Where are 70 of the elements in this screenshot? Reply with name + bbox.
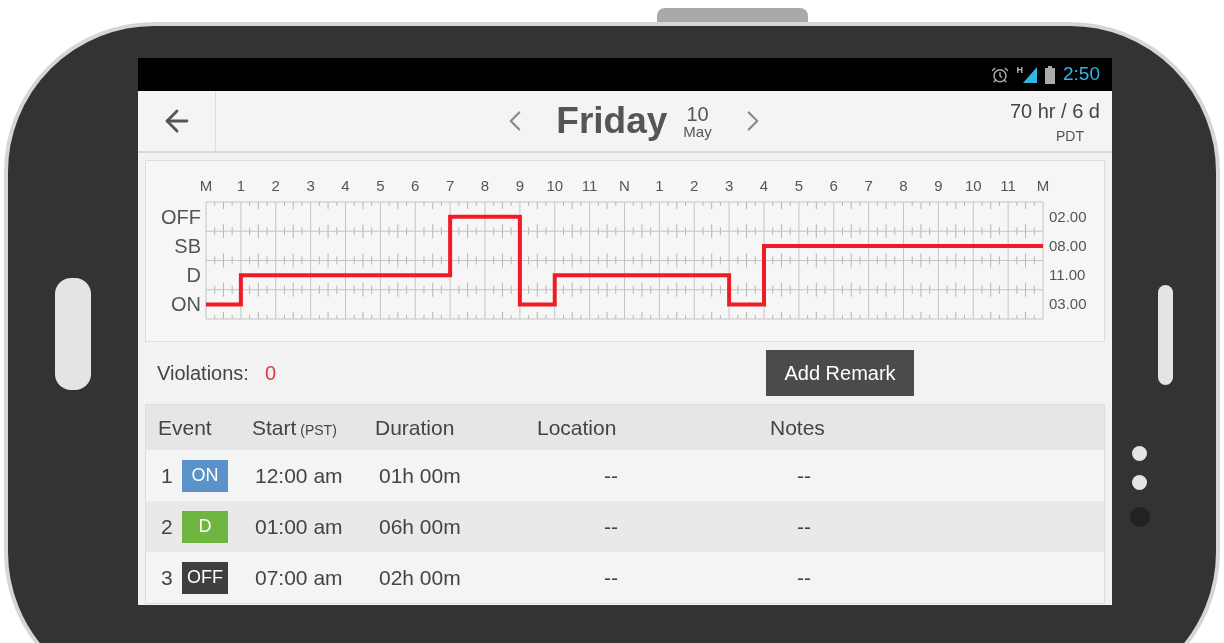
status-label: SB xyxy=(174,234,201,257)
hour-label: 3 xyxy=(306,177,315,194)
hour-label: 8 xyxy=(480,177,490,194)
hour-label: 1 xyxy=(236,177,246,194)
hour-label: 9 xyxy=(515,177,525,194)
hour-label: 8 xyxy=(899,177,908,194)
column-header: Location xyxy=(536,414,618,441)
violations-label: Violations: xyxy=(157,361,249,386)
event-row[interactable]: 2 D 01:00 am 06h 00m -- -- xyxy=(146,501,1104,552)
hour-label: 3 xyxy=(724,177,734,194)
status-badge: D xyxy=(182,510,228,543)
hour-label: 4 xyxy=(341,177,350,194)
hour-label: 11 xyxy=(581,177,598,194)
status-label: OFF xyxy=(161,205,201,228)
status-total: 03.00 xyxy=(1049,295,1087,313)
status-badge: OFF xyxy=(182,561,228,594)
row-number: 1 xyxy=(160,462,174,489)
duration: 06h 00m xyxy=(378,513,462,540)
status-total: 11.00 xyxy=(1049,266,1086,284)
notes: -- xyxy=(796,513,812,540)
add-remark-button[interactable]: Add Remark xyxy=(766,350,915,396)
status-total: 02.00 xyxy=(1049,207,1087,225)
start-time: 01:00 am xyxy=(254,513,344,540)
hour-label: 7 xyxy=(864,177,873,194)
hour-label: M xyxy=(199,177,213,194)
column-header: Notes xyxy=(770,414,826,441)
status-label: D xyxy=(186,264,201,287)
notes: -- xyxy=(796,462,812,489)
hour-label: 10 xyxy=(964,177,982,194)
hour-label: 7 xyxy=(445,177,455,194)
hour-label: 2 xyxy=(271,177,280,194)
hour-label: 6 xyxy=(829,177,838,194)
hour-label: M xyxy=(1036,177,1050,194)
date-month: May xyxy=(683,123,712,139)
date-number: 10 xyxy=(686,103,709,124)
timezone: PDT xyxy=(1056,126,1085,146)
signal-icon xyxy=(1023,66,1037,83)
location: -- xyxy=(603,513,619,540)
battery-icon xyxy=(1045,65,1055,84)
location: -- xyxy=(603,462,619,489)
status-total: 08.00 xyxy=(1049,236,1087,254)
hour-label: 4 xyxy=(759,177,769,194)
location: -- xyxy=(603,564,619,591)
notes: -- xyxy=(796,564,812,591)
hour-label: 6 xyxy=(411,177,420,194)
row-number: 3 xyxy=(160,564,174,591)
hour-label: N xyxy=(619,177,630,194)
hour-label: 5 xyxy=(376,177,385,194)
hour-label: 5 xyxy=(794,177,804,194)
duration: 01h 00m xyxy=(378,462,462,489)
cycle-rule: 70 hr / 6 d xyxy=(1009,98,1100,124)
column-header: Duration xyxy=(375,414,456,441)
start-time: 07:00 am xyxy=(254,564,344,591)
column-header: Event xyxy=(157,414,213,441)
clock: 2:50 xyxy=(1063,62,1100,87)
start-time: 12:00 am xyxy=(254,462,344,489)
duration: 02h 00m xyxy=(378,564,462,591)
hour-label: 11 xyxy=(1000,177,1016,194)
violations-count: 0 xyxy=(264,361,277,386)
column-header: Start (PST) xyxy=(252,414,338,441)
row-number: 2 xyxy=(160,513,174,540)
hour-label: 9 xyxy=(934,177,943,194)
hour-label: 10 xyxy=(546,177,564,194)
hour-label: 1 xyxy=(655,177,664,194)
alarm-icon xyxy=(990,65,1009,84)
status-label: ON xyxy=(171,293,201,316)
day-title: Friday xyxy=(556,99,668,144)
hour-label: 2 xyxy=(690,177,699,194)
status-badge: ON xyxy=(182,459,228,492)
network-type: H xyxy=(1016,63,1023,77)
